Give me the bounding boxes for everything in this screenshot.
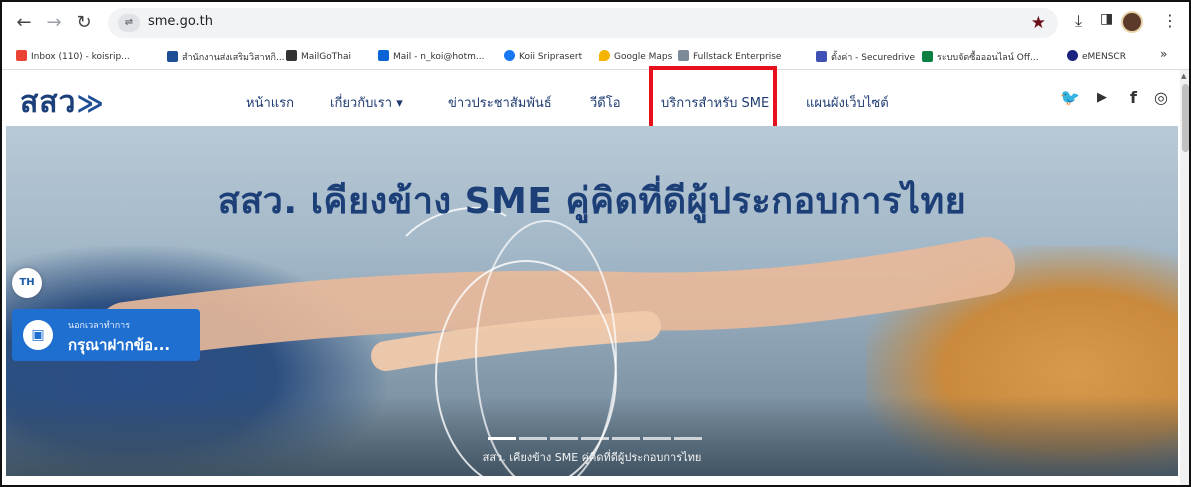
language-switch-button[interactable]: TH <box>12 268 42 298</box>
bookmark-item[interactable]: Fullstack Enterprise <box>678 50 781 62</box>
mailgothai-icon <box>286 50 297 61</box>
instagram-icon[interactable]: ◎ <box>1154 88 1168 107</box>
site-header: สสว≫ หน้าแรก เกี่ยวกับเรา ▾ ข่าวประชาสัม… <box>2 70 1180 126</box>
scroll-up-icon[interactable]: ▲ <box>1181 72 1186 80</box>
map-pin-icon <box>599 50 610 61</box>
logo-arrow-icon: ≫ <box>76 89 105 119</box>
fullstack-icon <box>678 50 689 61</box>
bookmarks-bar: Inbox (110) - koisrip... สำนักงานส่งเสริ… <box>2 44 1189 70</box>
bookmark-item[interactable]: ระบบจัดซื้อออนไลน์ Off... <box>922 50 1039 64</box>
bookmark-item[interactable]: สำนักงานส่งเสริมวิสาหกิ... <box>167 50 285 64</box>
hero-title: สสว. เคียงข้าง SME คู่คิดที่ดีผู้ประกอบก… <box>217 181 967 222</box>
highlight-box <box>649 66 777 130</box>
bookmark-item[interactable]: Google Maps <box>599 50 672 62</box>
bookmark-item[interactable]: eMENSCR <box>1067 50 1126 62</box>
chat-bubble-icon: ▣ <box>23 320 53 350</box>
chat-widget-button[interactable]: ▣ นอกเวลาทำการ กรุณาฝากข้อ... <box>12 309 200 361</box>
procurement-icon <box>922 51 933 62</box>
profile-avatar[interactable] <box>1121 11 1143 33</box>
slide-dot[interactable] <box>612 437 640 440</box>
hero-caption: สสว. เคียงข้าง SME คู่คิดที่ดีผู้ประกอบก… <box>482 451 702 464</box>
browser-toolbar: ← → ↻ ⇌ sme.go.th ★ ⤓ ◨ ⋮ <box>2 2 1189 44</box>
site-info-icon[interactable]: ⇌ <box>118 14 140 32</box>
url-text[interactable]: sme.go.th <box>148 14 213 29</box>
outlook-icon <box>378 50 389 61</box>
slide-indicators <box>488 437 708 441</box>
bookmark-item[interactable]: ตั้งค่า - Securedrive <box>816 50 915 64</box>
download-icon[interactable]: ⤓ <box>1075 11 1082 31</box>
bookmark-item[interactable]: MailGoThai <box>286 50 351 62</box>
bookmark-item[interactable]: Koii Sriprasert <box>504 50 582 62</box>
browser-window: ← → ↻ ⇌ sme.go.th ★ ⤓ ◨ ⋮ Inbox (110) - … <box>0 0 1191 487</box>
nav-home[interactable]: หน้าแรก <box>246 92 294 113</box>
facebook-icon <box>504 50 515 61</box>
sme-logo-icon <box>167 51 178 62</box>
slide-dot[interactable] <box>581 437 609 440</box>
forward-icon[interactable]: → <box>42 11 66 35</box>
bookmark-item[interactable]: Inbox (110) - koisrip... <box>16 50 130 62</box>
securedrive-icon <box>816 51 827 62</box>
globe-icon <box>1067 50 1078 61</box>
back-icon[interactable]: ← <box>12 11 36 35</box>
side-panel-icon[interactable]: ◨ <box>1100 11 1113 27</box>
scrollbar-thumb[interactable] <box>1182 84 1189 152</box>
facebook-icon[interactable]: f <box>1130 88 1137 107</box>
chat-message-text: กรุณาฝากข้อ... <box>68 336 171 354</box>
hero-banner[interactable]: สสว. เคียงข้าง SME คู่คิดที่ดีผู้ประกอบก… <box>6 126 1178 476</box>
slide-dot[interactable] <box>550 437 578 440</box>
kebab-menu-icon[interactable]: ⋮ <box>1162 11 1178 30</box>
nav-news[interactable]: ข่าวประชาสัมพันธ์ <box>448 92 552 113</box>
more-bookmarks-chevron-icon[interactable]: » <box>1160 47 1167 61</box>
slide-dot[interactable] <box>488 437 516 440</box>
nav-about[interactable]: เกี่ยวกับเรา ▾ <box>330 92 403 113</box>
slide-dot[interactable] <box>643 437 671 440</box>
slide-dot[interactable] <box>674 437 702 440</box>
site-logo[interactable]: สสว≫ <box>20 79 105 126</box>
chat-status-text: นอกเวลาทำการ <box>68 321 131 331</box>
youtube-icon[interactable]: ▶ <box>1097 90 1107 105</box>
bookmark-star-icon[interactable]: ★ <box>1031 13 1046 33</box>
gmail-icon <box>16 50 27 61</box>
bookmark-item[interactable]: Mail - n_koi@hotm... <box>378 50 484 62</box>
address-bar[interactable]: ⇌ sme.go.th ★ <box>108 8 1058 38</box>
slide-dot[interactable] <box>519 437 547 440</box>
nav-video[interactable]: วีดีโอ <box>590 92 621 113</box>
twitter-icon[interactable]: 🐦 <box>1060 88 1080 107</box>
nav-sitemap[interactable]: แผนผังเว็บไซต์ <box>806 92 889 113</box>
reload-icon[interactable]: ↻ <box>72 11 96 35</box>
page-scrollbar[interactable]: ▲ <box>1180 70 1189 485</box>
